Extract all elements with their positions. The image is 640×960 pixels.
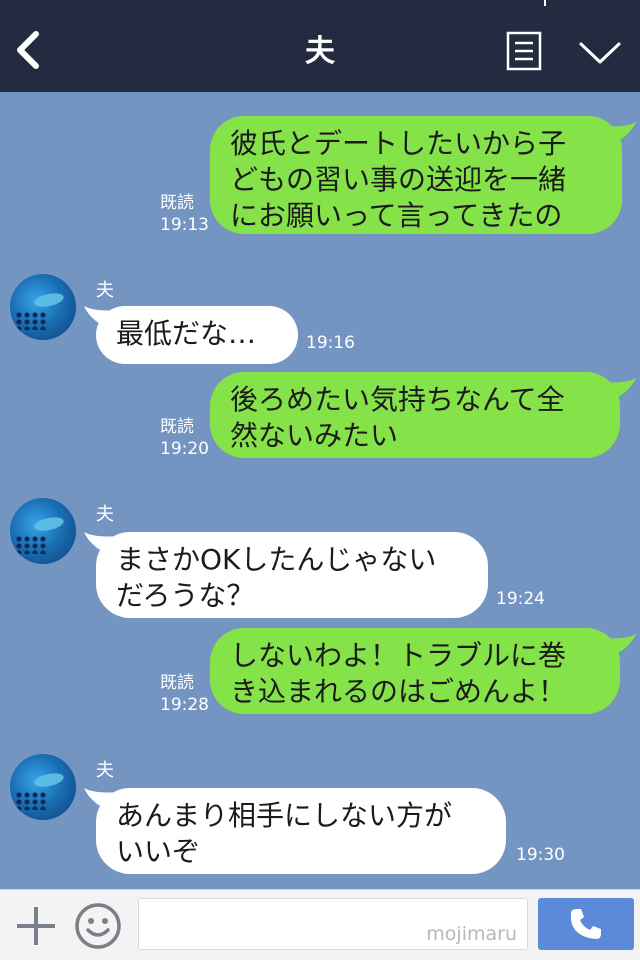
message-text-line: だろうな？ [116, 579, 255, 612]
avatar-fish-school [16, 536, 46, 554]
avatar-fish [33, 515, 65, 533]
message-meta: 既読 19:13 [160, 192, 209, 236]
avatar[interactable] [10, 498, 76, 564]
read-receipt: 既読 [160, 193, 194, 213]
avatar[interactable] [10, 754, 76, 820]
plus-icon[interactable] [14, 904, 58, 948]
avatar-fish [33, 771, 65, 789]
message-text-line: き込まれるのはごめんよ！ [230, 675, 567, 708]
message-bubble-outgoing[interactable]: 彼氏とデートしたいから子 どもの習い事の送迎を一緒 にお願いって言ってきたの [210, 116, 622, 234]
message-time: 19:20 [160, 439, 209, 459]
message-composer: mojimaru [0, 889, 640, 960]
sender-name: 夫 [96, 760, 114, 781]
message-text-line: しないわよ！トラブルに巻 [230, 639, 567, 672]
message-bubble-incoming[interactable]: あんまり相手にしない方が いいぞ [96, 788, 506, 874]
message-bubble-incoming[interactable]: まさかOKしたんじゃない だろうな？ [96, 532, 488, 618]
message-text-line: 後ろめたい気持ちなんて全 [230, 383, 565, 416]
avatar-fish-school [16, 792, 46, 810]
phone-icon [570, 909, 601, 939]
avatar-fish-school [16, 312, 46, 330]
message-time: 19:16 [306, 333, 355, 353]
read-receipt: 既読 [160, 673, 194, 693]
message-text-line: にお願いって言ってきたの [230, 199, 563, 232]
message-input[interactable]: mojimaru [138, 898, 528, 950]
sender-name: 夫 [96, 504, 114, 525]
message-time: 19:30 [516, 845, 565, 865]
message-text-line: 然ないみたい [230, 419, 399, 452]
chat-messages[interactable]: 既読 19:13 彼氏とデートしたいから子 どもの習い事の送迎を一緒 にお願いっ… [0, 92, 640, 889]
message-bubble-incoming[interactable]: 最低だな… [96, 306, 298, 364]
message-text-line: どもの習い事の送迎を一緒 [230, 163, 567, 196]
read-receipt: 既読 [160, 417, 194, 437]
message-text-line: 最低だな… [116, 317, 257, 350]
message-text-line: まさかOKしたんじゃない [116, 543, 437, 576]
message-text-line: 彼氏とデートしたいから子 [230, 127, 567, 160]
avatar[interactable] [10, 274, 76, 340]
message-time: 19:24 [496, 589, 545, 609]
menu-list-icon[interactable] [506, 31, 542, 71]
status-bar-fragment [544, 0, 546, 6]
message-time: 19:13 [160, 215, 209, 235]
message-bubble-outgoing[interactable]: しないわよ！トラブルに巻 き込まれるのはごめんよ！ [210, 628, 620, 714]
chat-header: 夫 [0, 0, 640, 92]
message-text-line: いいぞ [116, 835, 201, 868]
message-bubble-outgoing[interactable]: 後ろめたい気持ちなんて全 然ないみたい [210, 372, 620, 458]
watermark: mojimaru [426, 923, 517, 945]
message-meta: 既読 19:20 [160, 416, 209, 460]
message-meta: 既読 19:28 [160, 672, 209, 716]
chevron-down-icon[interactable] [578, 38, 622, 68]
sender-name: 夫 [96, 280, 114, 301]
call-button[interactable] [538, 898, 634, 950]
message-time: 19:28 [160, 695, 209, 715]
message-text-line: あんまり相手にしない方が [116, 799, 453, 832]
chat-title: 夫 [305, 34, 335, 69]
avatar-fish [33, 291, 65, 309]
smiley-icon[interactable] [74, 902, 122, 950]
